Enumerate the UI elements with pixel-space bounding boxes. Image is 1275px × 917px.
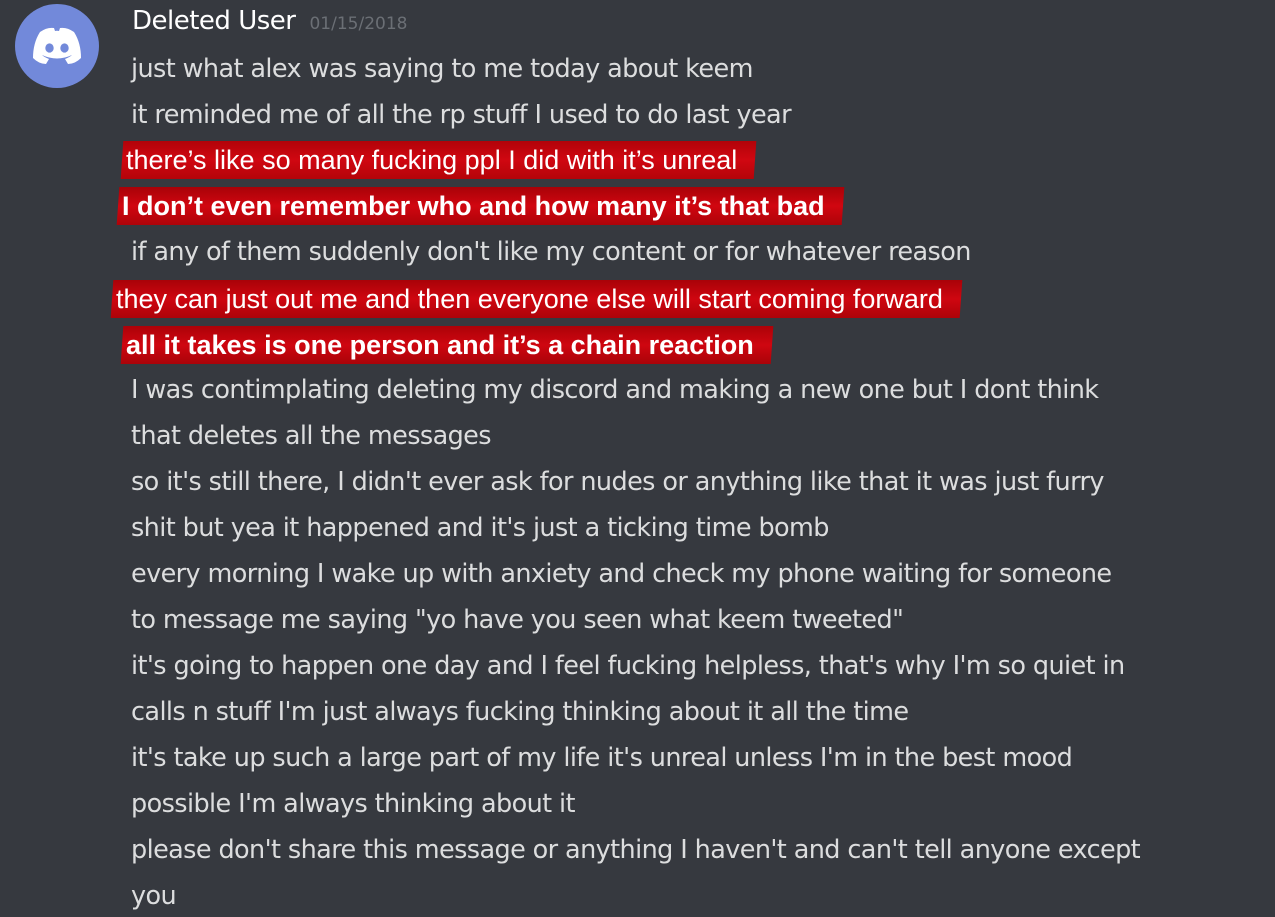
highlighted-message-line: there’s like so many fucking ppl I did w…: [120, 141, 757, 179]
message-timestamp: 01/15/2018: [309, 14, 408, 34]
message-line: please don't share this message or anyth…: [131, 835, 1141, 865]
highlighted-message-line: all it takes is one person and it’s a ch…: [120, 326, 774, 364]
highlighted-line-text: all it takes is one person and it’s a ch…: [126, 330, 754, 360]
highlighted-message-line: they can just out me and then everyone e…: [110, 280, 963, 318]
message-line: every morning I wake up with anxiety and…: [131, 559, 1112, 589]
message-line: just what alex was saying to me today ab…: [131, 54, 753, 84]
message-line: calls n stuff I'm just always fucking th…: [131, 697, 909, 727]
highlighted-line-text: they can just out me and then everyone e…: [116, 284, 943, 314]
message-line: if any of them suddenly don't like my co…: [131, 237, 971, 267]
discord-logo-icon: [33, 27, 81, 64]
message-line: that deletes all the messages: [131, 421, 492, 451]
chat-message: Deleted User 01/15/2018 just what alex w…: [0, 0, 1275, 917]
message-line: it's take up such a large part of my lif…: [131, 743, 1073, 773]
user-avatar[interactable]: [15, 4, 99, 88]
message-line: so it's still there, I didn't ever ask f…: [131, 467, 1104, 497]
message-line: it reminded me of all the rp stuff I use…: [131, 100, 792, 130]
message-header: Deleted User 01/15/2018: [132, 6, 407, 40]
message-line: I was contimplating deleting my discord …: [131, 375, 1099, 405]
message-line: you: [131, 881, 177, 911]
message-line: shit but yea it happened and it's just a…: [131, 513, 829, 543]
highlighted-message-line: I don’t even remember who and how many i…: [116, 187, 844, 225]
message-line: possible I'm always thinking about it: [131, 789, 576, 819]
message-line: to message me saying "yo have you seen w…: [131, 605, 904, 635]
highlighted-line-text: I don’t even remember who and how many i…: [122, 191, 825, 221]
message-line: it's going to happen one day and I feel …: [131, 651, 1125, 681]
username[interactable]: Deleted User: [132, 6, 296, 36]
highlighted-line-text: there’s like so many fucking ppl I did w…: [126, 145, 738, 175]
